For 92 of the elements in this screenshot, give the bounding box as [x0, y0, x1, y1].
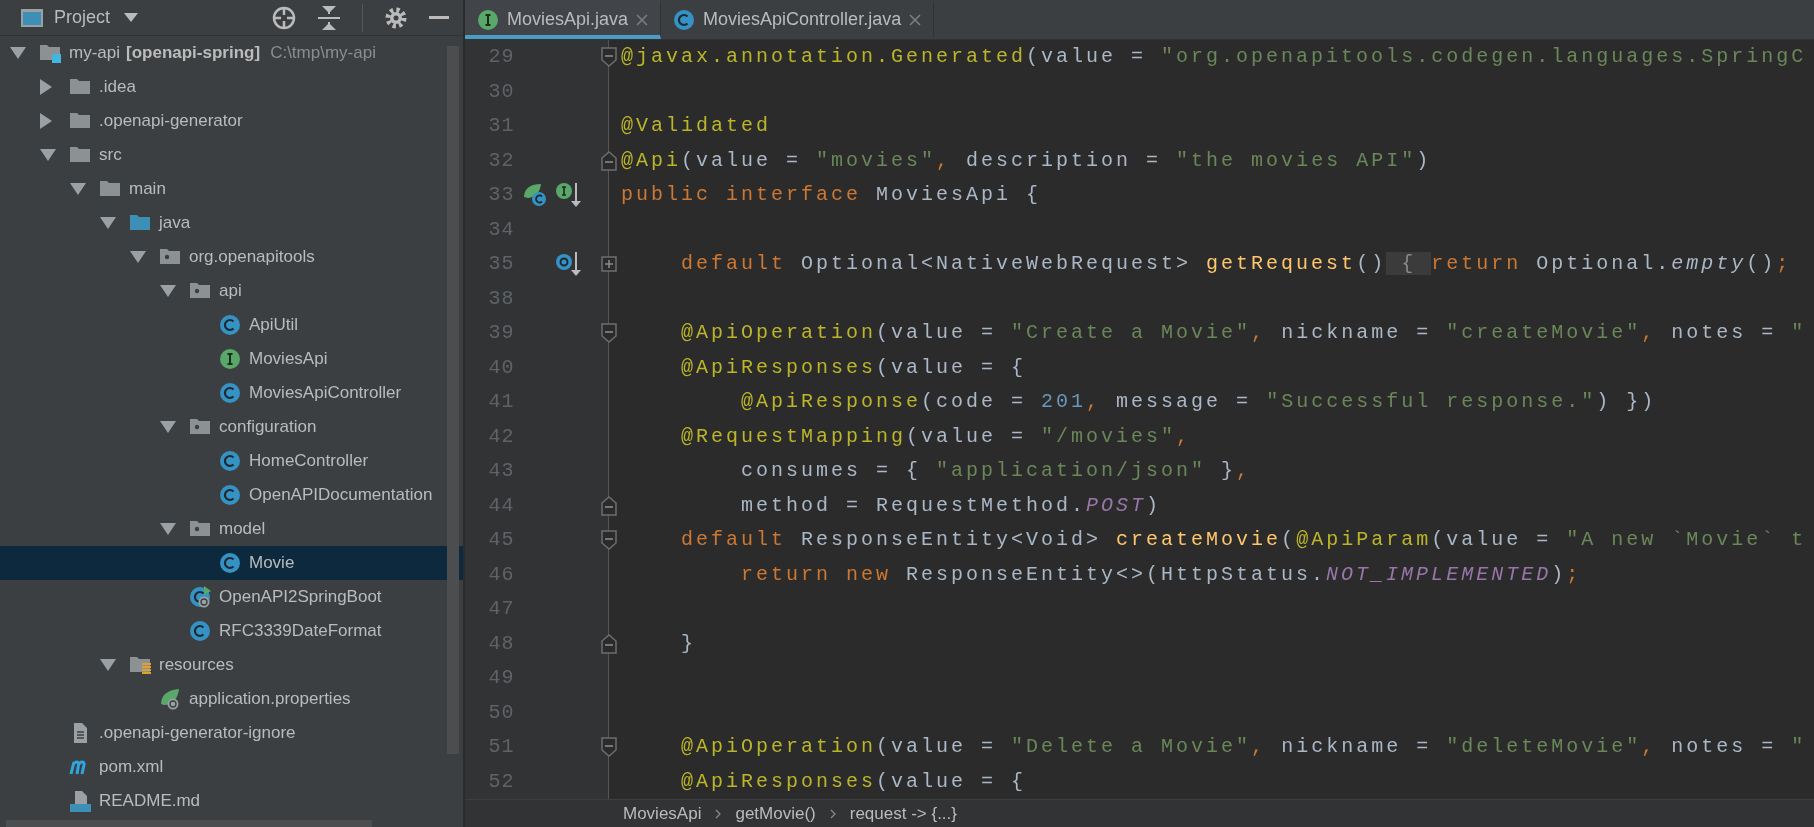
panel-title[interactable]: Project [54, 4, 111, 31]
class-icon [219, 382, 241, 404]
resources-folder-icon [129, 654, 151, 676]
class-icon [219, 450, 241, 472]
tree-item[interactable]: RFC3339DateFormat [0, 614, 463, 648]
editor-tab[interactable]: MoviesApiController.java [661, 0, 935, 39]
fold-marker-icon[interactable] [601, 495, 617, 516]
editor-tab[interactable]: MoviesApi.java [465, 0, 662, 39]
expand-arrow-icon[interactable] [160, 523, 176, 535]
tree-item[interactable]: .openapi-generator-ignore [0, 716, 463, 750]
class-icon [189, 620, 211, 642]
code-line: return new ResponseEntity<>(HttpStatus.NOT_IMPLEMENTED); [740, 561, 1582, 588]
tree-item[interactable]: .openapi-generator [0, 104, 463, 138]
crosshair-icon[interactable] [272, 5, 296, 30]
expand-arrow-icon[interactable] [100, 217, 116, 229]
tree-item[interactable]: pom.xml [0, 750, 463, 784]
tree-item[interactable]: configuration [0, 410, 463, 444]
expand-arrow-icon[interactable] [40, 149, 56, 161]
tree-item[interactable]: HomeController [0, 444, 463, 478]
close-icon[interactable] [909, 13, 922, 26]
tree-item[interactable]: .idea [0, 70, 463, 104]
expand-arrow-icon[interactable] [40, 113, 52, 129]
tree-item[interactable]: MoviesApi [0, 342, 463, 376]
code-line: default ResponseEntity<Void> createMovie(@ApiParam(value = "A new `Movie` t [680, 527, 1807, 554]
class-icon [673, 8, 696, 31]
fold-marker-icon[interactable] [601, 737, 617, 758]
dropdown-caret-icon[interactable] [124, 13, 139, 22]
chevron-icon [715, 808, 722, 819]
tree-item[interactable]: OpenAPIDocumentation [0, 478, 463, 512]
expand-arrow-icon[interactable] [130, 251, 146, 263]
code-line: @ApiResponses(value = { [680, 354, 1027, 381]
interface-icon [477, 8, 499, 31]
fold-marker-icon[interactable] [601, 633, 617, 654]
code-line: method = RequestMethod.POST) [740, 492, 1162, 519]
expand-arrow-icon[interactable] [70, 183, 86, 195]
breadcrumb-link[interactable]: getMovie() [735, 800, 816, 827]
override-down-arrow-icon[interactable] [555, 251, 582, 278]
code-line: consumes = { "application/json" }, [740, 458, 1252, 485]
spring-leaf-icon [159, 688, 181, 710]
tree-item[interactable]: api [0, 274, 463, 308]
expand-arrow-icon[interactable] [40, 79, 52, 95]
expand-arrow-icon[interactable] [160, 285, 176, 297]
tree-item[interactable]: main [0, 172, 463, 206]
code-line: @RequestMapping(value = "/movies", [680, 423, 1192, 450]
module-folder-icon [39, 42, 61, 64]
code-line: @ApiResponse(code = 201, message = "Successful response.") }) [740, 389, 1657, 416]
class-run-icon [189, 586, 211, 608]
tree-item[interactable]: ApiUtil [0, 308, 463, 342]
code-line: @javax.annotation.Generated(value = "org.openapitools.codegen.languages.SpringC [621, 44, 1807, 71]
collapse-all-icon[interactable] [318, 5, 340, 30]
tree-item[interactable]: src [0, 138, 463, 172]
gear-icon[interactable] [385, 6, 407, 29]
tree-item[interactable]: MoviesApiController [0, 376, 463, 410]
class-icon [219, 484, 241, 506]
tree-item[interactable]: resources [0, 648, 463, 682]
fold-marker-icon[interactable] [601, 47, 617, 68]
implemented-down-arrow-icon[interactable] [555, 182, 582, 209]
markdown-file-icon [69, 790, 91, 812]
breadcrumb-link[interactable]: request -> {...} [849, 800, 957, 827]
window-icon [20, 7, 44, 28]
code-line: @Validated [621, 113, 772, 140]
minimize-icon[interactable] [429, 15, 449, 20]
tree-item[interactable]: OpenAPI2SpringBoot [0, 580, 463, 614]
code-line: @ApiResponses(value = { [680, 768, 1027, 795]
scrollbar-thumb[interactable] [447, 46, 459, 754]
tree-item[interactable]: README.md [0, 784, 463, 818]
code-line: @Api(value = "movies", description = "the movies API") [621, 147, 1432, 174]
fold-marker-icon[interactable] [601, 150, 617, 171]
breadcrumb-link[interactable]: MoviesApi [623, 800, 702, 827]
fold-marker-icon[interactable] [601, 530, 617, 551]
class-icon [219, 552, 241, 574]
class-icon [219, 314, 241, 336]
fold-expand-icon[interactable] [601, 254, 617, 275]
fold-marker-icon[interactable] [601, 323, 617, 344]
code-line: public interface MoviesApi { [621, 182, 1042, 209]
tree-item[interactable]: application.properties [0, 682, 463, 716]
code-line: @ApiOperation(value = "Delete a Movie", nickname = "deleteMovie", notes = " [680, 734, 1807, 761]
close-icon[interactable] [636, 13, 649, 26]
expand-arrow-icon[interactable] [100, 659, 116, 671]
code-line: default Optional<NativeWebRequest> getRequest() { return Optional.empty(); [680, 251, 1792, 278]
tree-item[interactable]: model [0, 512, 463, 546]
chevron-icon [829, 808, 836, 819]
tree-item[interactable]: org.openapitools [0, 240, 463, 274]
code-line: @ApiOperation(value = "Create a Movie", nickname = "createMovie", notes = " [680, 320, 1807, 347]
tree-item[interactable]: java [0, 206, 463, 240]
tree-item[interactable]: my-api [openapi-spring] C:\tmp\my-api [0, 36, 463, 70]
module-path: C:\tmp\my-api [270, 42, 376, 65]
expand-arrow-icon[interactable] [160, 421, 176, 433]
expand-arrow-icon[interactable] [10, 47, 26, 59]
interface-icon [219, 348, 241, 370]
tree-item[interactable]: Movie [0, 546, 463, 580]
code-line: } [680, 630, 696, 657]
